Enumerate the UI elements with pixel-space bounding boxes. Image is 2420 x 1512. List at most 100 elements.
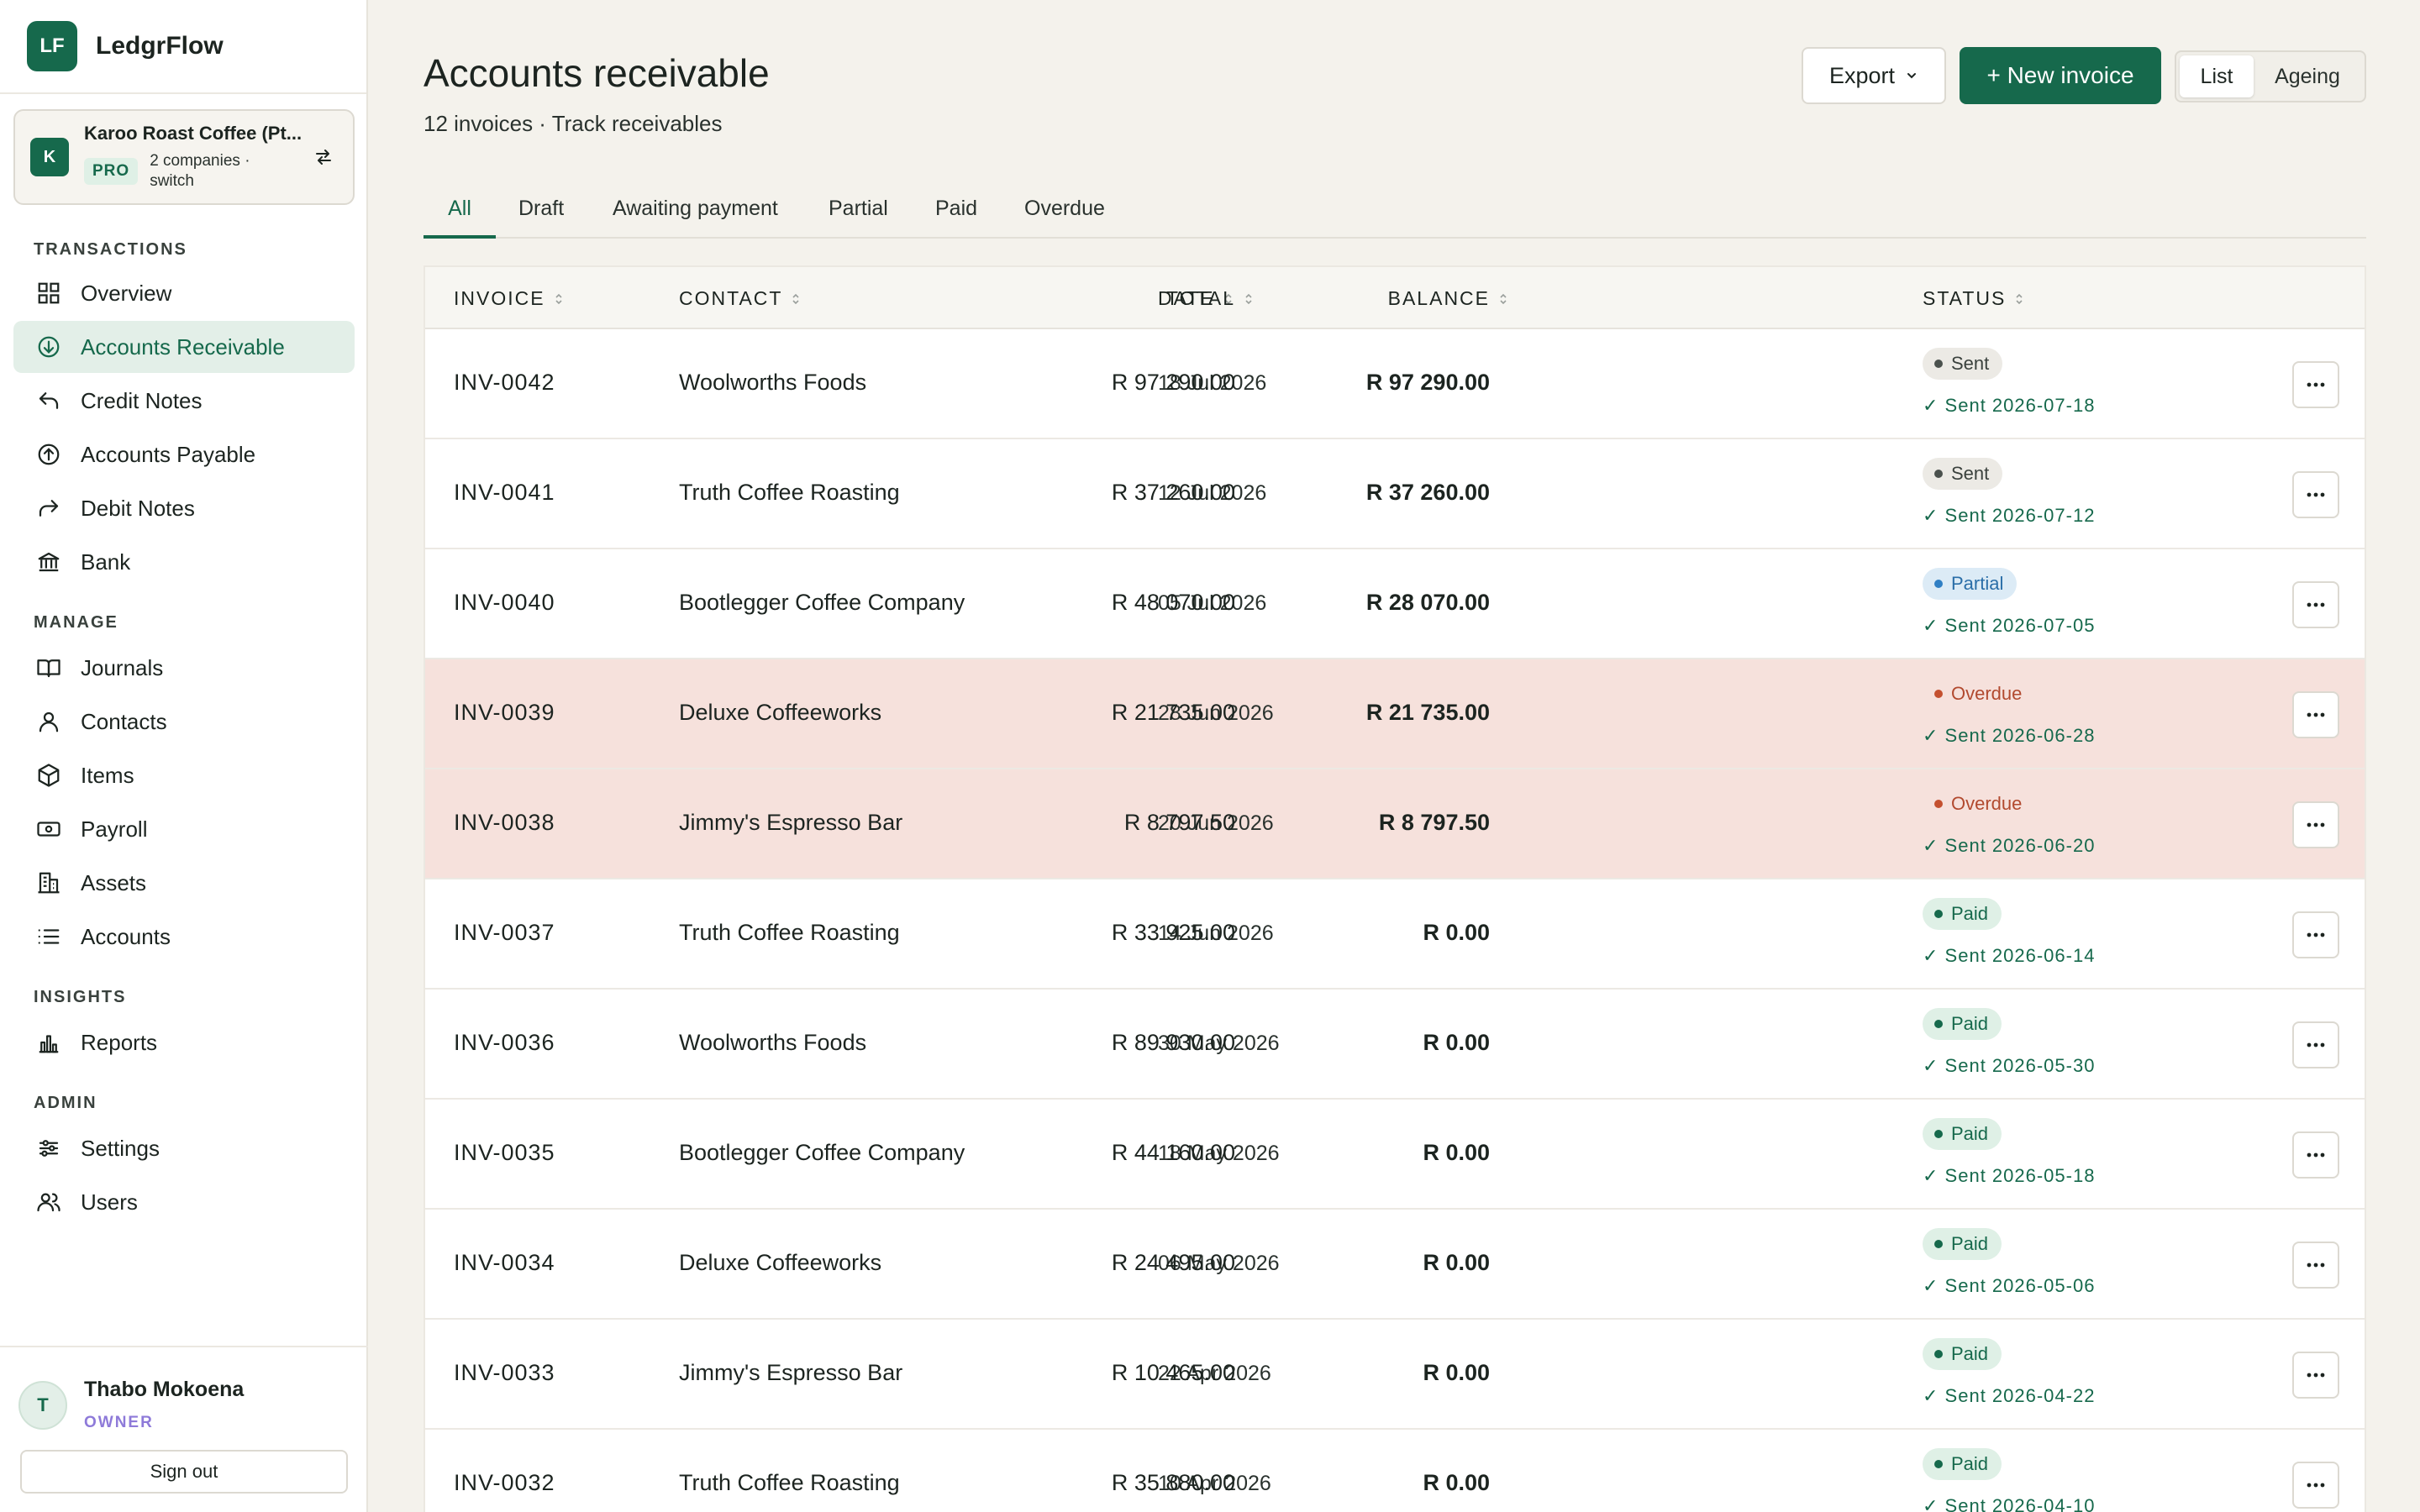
contact-name: Bootlegger Coffee Company: [679, 590, 965, 615]
row-actions-button[interactable]: [2292, 1242, 2339, 1289]
invoice-balance: R 37 260.00: [1365, 480, 1490, 505]
view-toggle: List Ageing: [2175, 50, 2366, 102]
sign-out-button[interactable]: Sign out: [20, 1450, 348, 1494]
invoice-number[interactable]: INV-0042: [454, 370, 555, 396]
column-header-contact[interactable]: CONTACT: [679, 287, 801, 310]
table-row[interactable]: INV-0038 Jimmy's Espresso Bar 20 Jun 2026 R…: [425, 769, 2365, 879]
nav-item-settings[interactable]: Settings: [13, 1122, 355, 1174]
nav-item-label: Accounts: [81, 923, 171, 949]
invoice-balance: R 0.00: [1423, 1470, 1490, 1495]
table-row[interactable]: INV-0040 Bootlegger Coffee Company 05 Jul …: [425, 549, 2365, 659]
sent-note: ✓ Sent 2026-04-22: [1923, 1385, 2096, 1406]
nav-item-users[interactable]: Users: [13, 1176, 355, 1228]
invoice-number[interactable]: INV-0038: [454, 810, 555, 836]
invoice-number[interactable]: INV-0033: [454, 1360, 555, 1386]
table-row[interactable]: INV-0039 Deluxe Coffeeworks 28 Jun 2026 R 2…: [425, 659, 2365, 769]
table-row[interactable]: INV-0034 Deluxe Coffeeworks 06 May 2026 R 2…: [425, 1210, 2365, 1320]
sort-icon: [1500, 293, 1507, 304]
nav-item-overview[interactable]: Overview: [13, 267, 355, 319]
row-actions-button[interactable]: [2292, 1131, 2339, 1179]
company-switcher[interactable]: K Karoo Roast Coffee (Pt... PRO 2 compan…: [13, 109, 355, 205]
status-badge: Paid: [1923, 1448, 2002, 1480]
row-actions-button[interactable]: [2292, 1021, 2339, 1068]
nav-item-debit-notes[interactable]: Debit Notes: [13, 482, 355, 534]
sent-note: ✓ Sent 2026-07-12: [1923, 505, 2096, 526]
row-actions-button[interactable]: [2292, 471, 2339, 518]
invoice-number[interactable]: INV-0041: [454, 480, 555, 506]
nav-item-items[interactable]: Items: [13, 749, 355, 801]
view-list-button[interactable]: List: [2180, 55, 2254, 97]
nav-item-label: Accounts Payable: [81, 441, 256, 467]
nav-item-assets[interactable]: Assets: [13, 857, 355, 909]
table-row[interactable]: INV-0036 Woolworths Foods 30 May 2026 R 89 …: [425, 990, 2365, 1100]
book-icon: [35, 654, 62, 681]
tab-draft[interactable]: Draft: [518, 197, 564, 239]
invoice-balance: R 28 070.00: [1365, 590, 1490, 615]
company-name: Karoo Roast Coffee (Pt...: [84, 123, 302, 144]
sort-icon: [1245, 293, 1252, 304]
status-dot: [1934, 1020, 1943, 1028]
invoice-balance: R 0.00: [1423, 1030, 1490, 1055]
invoice-number[interactable]: INV-0037: [454, 920, 555, 946]
row-actions-button[interactable]: [2292, 581, 2339, 628]
status-badge: Paid: [1923, 1008, 2002, 1040]
tab-overdue[interactable]: Overdue: [1024, 197, 1105, 239]
nav-section-insights: INSIGHTS: [34, 988, 127, 1006]
table-row[interactable]: INV-0033 Jimmy's Espresso Bar 22 Apr 2026 R…: [425, 1320, 2365, 1430]
row-actions-button[interactable]: [2292, 691, 2339, 738]
table-row[interactable]: INV-0035 Bootlegger Coffee Company 18 May …: [425, 1100, 2365, 1210]
table-row[interactable]: INV-0032 Truth Coffee Roasting 10 Apr 2026…: [425, 1430, 2365, 1512]
invoice-number[interactable]: INV-0039: [454, 700, 555, 726]
nav-item-bank[interactable]: Bank: [13, 536, 355, 588]
column-header-balance[interactable]: BALANCE: [1388, 287, 1508, 310]
table-row[interactable]: INV-0042 Woolworths Foods 18 Jul 2026 R 97 …: [425, 329, 2365, 439]
more-horizontal-icon: [2307, 1152, 2325, 1158]
status-dot: [1934, 1460, 1943, 1468]
table-row[interactable]: INV-0041 Truth Coffee Roasting 12 Jul 2026…: [425, 439, 2365, 549]
box-icon: [35, 762, 62, 789]
user-profile[interactable]: T Thabo Mokoena OWNER: [18, 1378, 244, 1432]
nav-item-contacts[interactable]: Contacts: [13, 696, 355, 748]
tab-paid[interactable]: Paid: [935, 197, 977, 239]
column-header-invoice[interactable]: INVOICE: [454, 287, 564, 310]
nav-item-accounts-receivable[interactable]: Accounts Receivable: [13, 321, 355, 373]
column-header-total[interactable]: TOTAL: [1166, 287, 1254, 310]
sent-note: ✓ Sent 2026-05-06: [1923, 1275, 2096, 1296]
tab-partial[interactable]: Partial: [829, 197, 888, 239]
status-label: Paid: [1951, 903, 1989, 924]
row-actions-button[interactable]: [2292, 801, 2339, 848]
nav-item-label: Accounts Receivable: [81, 333, 285, 360]
company-switch-text: 2 companies · switch: [150, 152, 250, 190]
export-button[interactable]: Export: [1802, 47, 1946, 104]
nav-item-reports[interactable]: Reports: [13, 1016, 355, 1068]
nav-item-journals[interactable]: Journals: [13, 642, 355, 694]
column-header-status[interactable]: STATUS: [1923, 287, 2024, 310]
invoice-number[interactable]: INV-0035: [454, 1140, 555, 1166]
row-actions-button[interactable]: [2292, 1462, 2339, 1509]
new-invoice-button[interactable]: + New invoice: [1960, 47, 2161, 104]
table-row[interactable]: INV-0037 Truth Coffee Roasting 14 Jun 2026…: [425, 879, 2365, 990]
contact-name: Jimmy's Espresso Bar: [679, 810, 903, 835]
view-ageing-button[interactable]: Ageing: [2254, 55, 2361, 97]
row-actions-button[interactable]: [2292, 361, 2339, 408]
nav-item-payroll[interactable]: Payroll: [13, 803, 355, 855]
row-actions-button[interactable]: [2292, 1352, 2339, 1399]
row-actions-button[interactable]: [2292, 911, 2339, 958]
invoice-balance: R 97 290.00: [1365, 370, 1490, 395]
nav-item-accounts[interactable]: Accounts: [13, 911, 355, 963]
invoice-number[interactable]: INV-0032: [454, 1470, 555, 1496]
invoice-number[interactable]: INV-0040: [454, 590, 555, 616]
nav-item-credit-notes[interactable]: Credit Notes: [13, 375, 355, 427]
status-badge: Paid: [1923, 1118, 2002, 1150]
invoice-number[interactable]: INV-0036: [454, 1030, 555, 1056]
list-icon: [35, 923, 62, 950]
status-dot: [1934, 910, 1943, 918]
tab-awaiting-payment[interactable]: Awaiting payment: [613, 197, 778, 239]
invoice-number[interactable]: INV-0034: [454, 1250, 555, 1276]
tab-all[interactable]: All: [424, 197, 496, 239]
contact-name: Truth Coffee Roasting: [679, 1470, 900, 1495]
status-label: Overdue: [1951, 793, 2023, 814]
switch-arrows-icon[interactable]: [309, 143, 338, 171]
nav-item-accounts-payable[interactable]: Accounts Payable: [13, 428, 355, 480]
sent-note: ✓ Sent 2026-07-05: [1923, 615, 2096, 636]
